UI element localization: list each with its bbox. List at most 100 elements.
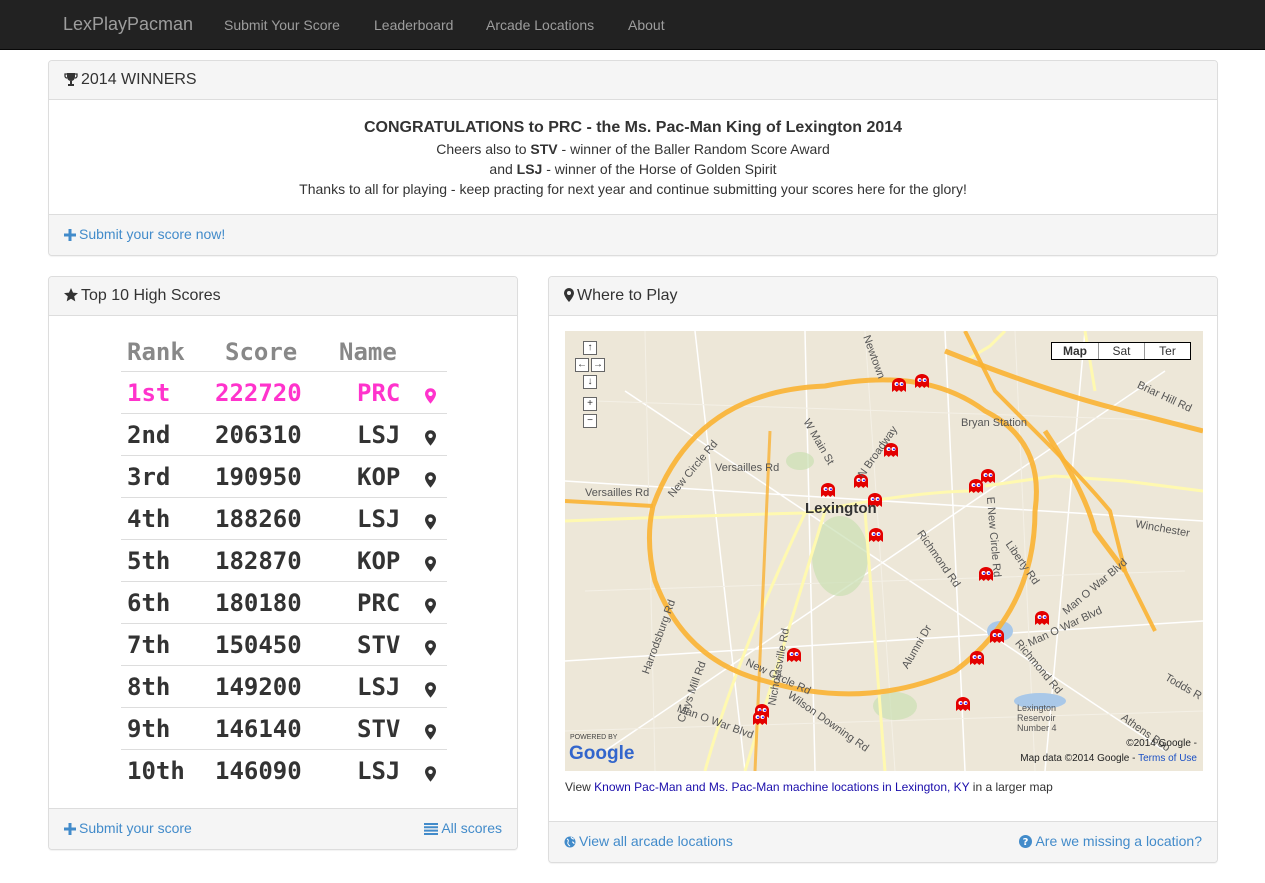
score-value: 190950 (215, 463, 302, 491)
line-suffix: - winner of the Baller Random Score Awar… (557, 141, 830, 157)
score-value: 180180 (215, 589, 302, 617)
line-prefix: and (489, 161, 517, 177)
pan-right-icon[interactable]: → (591, 358, 605, 372)
score-player-name: LSJ (357, 505, 401, 533)
google-map[interactable]: ↑ ← → ↓ + − Map Sat Ter Lexington New Ci… (565, 331, 1203, 771)
missing-location-label: Are we missing a location? (1035, 833, 1202, 849)
score-value: 206310 (215, 421, 302, 449)
caption-suffix: in a larger map (969, 780, 1053, 794)
score-row: 8th 149200 LSJ (121, 665, 447, 707)
where-to-play-panel: Where to Play ↑ ← → ↓ + − Map Sat Ter Le… (548, 276, 1218, 863)
view-all-locations-label: View all arcade locations (579, 833, 733, 849)
map-roads (565, 331, 1203, 771)
score-value: 149200 (215, 673, 302, 701)
map-marker-icon[interactable] (425, 508, 436, 536)
map-marker-icon[interactable] (425, 718, 436, 746)
ghost-marker-icon[interactable] (990, 629, 1004, 643)
nav-about[interactable]: About (628, 17, 665, 33)
col-score: Score (225, 338, 298, 366)
map-terms-link[interactable]: Terms of Use (1138, 753, 1197, 764)
map-marker-icon[interactable] (425, 550, 436, 578)
col-name: Name (339, 338, 397, 366)
ghost-marker-icon[interactable] (956, 697, 970, 711)
google-logo: Google (569, 743, 635, 764)
missing-location-link[interactable]: ? Are we missing a location? (1019, 833, 1202, 849)
map-label: Lexington Reservoir Number 4 (1017, 703, 1057, 733)
nav-submit-score[interactable]: Submit Your Score (224, 17, 340, 33)
map-type-sat-button[interactable]: Sat (1098, 343, 1144, 359)
plus-icon (64, 229, 76, 241)
map-marker-icon[interactable] (425, 466, 436, 494)
score-player-name: LSJ (357, 421, 401, 449)
score-rank: 10th (127, 757, 185, 785)
score-row: 4th 188260 LSJ (121, 497, 447, 539)
nav-arcade-locations[interactable]: Arcade Locations (486, 17, 594, 33)
score-row: 10th 146090 LSJ (121, 749, 447, 791)
ghost-marker-icon[interactable] (915, 374, 929, 388)
map-copyright: ©2014 Google - (1126, 738, 1197, 749)
map-marker-icon[interactable] (425, 676, 436, 704)
ghost-marker-icon[interactable] (970, 651, 984, 665)
pan-up-icon[interactable]: ↑ (583, 341, 597, 355)
score-row: 7th 150450 STV (121, 623, 447, 665)
ghost-marker-icon[interactable] (821, 483, 835, 497)
powered-by-text: POWERED BY (570, 734, 618, 741)
score-row: 6th 180180 PRC (121, 581, 447, 623)
submit-score-link[interactable]: Submit your score (64, 820, 192, 836)
brand-link[interactable]: LexPlayPacman (63, 14, 193, 35)
map-city-label: Lexington (805, 500, 877, 517)
ghost-marker-icon[interactable] (753, 711, 767, 725)
submit-score-label: Submit your score (79, 820, 192, 836)
score-row: 3rd 190950 KOP (121, 455, 447, 497)
map-type-control: Map Sat Ter (1051, 342, 1191, 360)
score-value: 146090 (215, 757, 302, 785)
view-all-locations-link[interactable]: View all arcade locations (564, 833, 733, 849)
map-label: Bryan Station (961, 417, 1028, 429)
ghost-marker-icon[interactable] (1035, 611, 1049, 625)
score-player-name: PRC (357, 589, 401, 617)
zoom-in-icon[interactable]: + (583, 397, 597, 411)
map-type-ter-button[interactable]: Ter (1144, 343, 1190, 359)
map-marker-icon[interactable] (425, 592, 436, 620)
ghost-marker-icon[interactable] (981, 469, 995, 483)
zoom-out-icon[interactable]: − (583, 414, 597, 428)
score-rank: 5th (127, 547, 171, 575)
winners-panel: 2014 WINNERS CONGRATULATIONS to PRC - th… (48, 60, 1218, 256)
map-marker-icon[interactable] (425, 382, 436, 410)
pan-down-icon[interactable]: ↓ (583, 375, 597, 389)
pan-left-icon[interactable]: ← (575, 358, 589, 372)
map-marker-icon[interactable] (425, 634, 436, 662)
ghost-marker-icon[interactable] (787, 648, 801, 662)
winners-line-stv: Cheers also to STV - winner of the Balle… (49, 139, 1217, 159)
map-label: Versailles Rd (715, 462, 780, 474)
high-scores-panel: Top 10 High Scores Rank Score Name 1st 22… (48, 276, 518, 850)
score-player-name: KOP (357, 463, 401, 491)
ghost-marker-icon[interactable] (892, 378, 906, 392)
nav-leaderboard[interactable]: Leaderboard (374, 17, 453, 33)
line-prefix: Cheers also to (436, 141, 531, 157)
score-rank: 2nd (127, 421, 171, 449)
winners-thanks: Thanks to all for playing - keep practin… (299, 181, 967, 197)
question-icon: ? (1019, 835, 1033, 848)
all-scores-link[interactable]: All scores (424, 820, 502, 836)
map-marker-icon[interactable] (425, 760, 436, 788)
map-type-map-button[interactable]: Map (1052, 343, 1098, 359)
score-player-name: LSJ (357, 757, 401, 785)
submit-score-now-link[interactable]: Submit your score now! (64, 226, 225, 242)
navbar: LexPlayPacman Submit Your Score Leaderbo… (0, 0, 1265, 50)
winners-body: CONGRATULATIONS to PRC - the Ms. Pac-Man… (49, 100, 1217, 199)
ghost-marker-icon[interactable] (869, 528, 883, 542)
map-marker-icon[interactable] (425, 424, 436, 452)
line-suffix: - winner of the Horse of Golden Spirit (542, 161, 777, 177)
map-marker-icon (564, 288, 574, 302)
ghost-marker-icon[interactable] (969, 479, 983, 493)
score-rank: 4th (127, 505, 171, 533)
score-rank: 9th (127, 715, 171, 743)
score-player-name: STV (357, 631, 401, 659)
map-label: Versailles Rd (585, 487, 650, 499)
scores-footer: Submit your score All scores (49, 808, 517, 849)
larger-map-link[interactable]: Known Pac-Man and Ms. Pac-Man machine lo… (594, 780, 969, 794)
winner-name-stv: STV (530, 141, 558, 157)
score-player-name: PRC (357, 379, 401, 407)
score-rank: 3rd (127, 463, 171, 491)
